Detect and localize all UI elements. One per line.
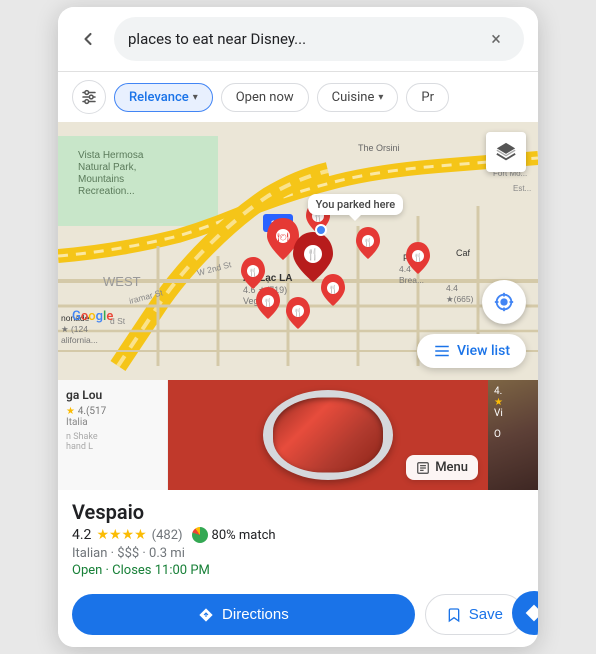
right-card-rating: 4. bbox=[494, 386, 532, 397]
right-card-stars: ★ bbox=[494, 397, 532, 408]
match-percent: 80% match bbox=[212, 528, 276, 543]
svg-text:alifornia...: alifornia... bbox=[61, 335, 98, 345]
svg-text:Natural Park,: Natural Park, bbox=[78, 162, 136, 173]
filter-adjust-button[interactable] bbox=[72, 80, 106, 114]
svg-text:🍴: 🍴 bbox=[363, 237, 373, 247]
google-logo: Google bbox=[72, 309, 113, 324]
rating-number: 4.2 bbox=[72, 527, 91, 543]
map-area[interactable]: Vista Hermosa Natural Park, Mountains Re… bbox=[58, 122, 538, 380]
stars-display: ★★★★ bbox=[96, 527, 146, 543]
svg-text:🍽: 🍽 bbox=[277, 232, 289, 243]
left-card-type: Italia bbox=[66, 417, 159, 428]
right-card-extra: O bbox=[494, 429, 532, 440]
svg-text:4.4: 4.4 bbox=[446, 283, 458, 293]
svg-text:Est...: Est... bbox=[513, 184, 531, 193]
right-peek-card[interactable]: 4. ★ Vi O bbox=[488, 380, 538, 490]
svg-text:4.4: 4.4 bbox=[399, 264, 411, 274]
cuisine-arrow-icon: ▾ bbox=[378, 92, 383, 103]
svg-text:🍴: 🍴 bbox=[248, 267, 258, 277]
svg-text:🍴: 🍴 bbox=[293, 307, 303, 317]
svg-text:🍴: 🍴 bbox=[263, 297, 273, 307]
food-curry-visual bbox=[273, 398, 383, 473]
left-card-rating: ★ 4.(517 bbox=[66, 404, 159, 417]
chip-open-now[interactable]: Open now bbox=[221, 83, 309, 112]
review-count: (482) bbox=[152, 528, 183, 543]
save-button[interactable]: Save bbox=[425, 594, 524, 635]
svg-text:Vista Hermosa: Vista Hermosa bbox=[78, 150, 144, 161]
chip-relevance[interactable]: Relevance ▾ bbox=[114, 83, 213, 112]
restaurant-name: Vespaio bbox=[72, 500, 524, 524]
rating-row: 4.2 ★★★★ (482) 80% match bbox=[72, 527, 524, 543]
view-list-button[interactable]: View list bbox=[417, 334, 526, 368]
menu-badge[interactable]: Menu bbox=[406, 455, 478, 480]
svg-text:The Orsini: The Orsini bbox=[358, 143, 400, 153]
main-restaurant-card: Menu bbox=[168, 380, 488, 490]
match-circle-icon bbox=[192, 527, 208, 543]
match-badge: 80% match bbox=[192, 527, 276, 543]
food-image-area: Menu bbox=[168, 380, 488, 490]
action-buttons: Directions Save bbox=[58, 594, 538, 647]
svg-text:★ (124: ★ (124 bbox=[61, 324, 88, 334]
directions-label: Directions bbox=[222, 606, 289, 623]
chip-cuisine[interactable]: Cuisine ▾ bbox=[317, 83, 399, 112]
search-text: places to eat near Disney... bbox=[128, 30, 482, 48]
back-button[interactable] bbox=[72, 23, 104, 55]
relevance-arrow-icon: ▾ bbox=[193, 92, 198, 103]
left-card-extra1: n Shake bbox=[66, 432, 159, 442]
svg-text:Brea...: Brea... bbox=[399, 275, 424, 285]
restaurant-card-area: ga Lou ★ 4.(517 Italia n Shake hand L bbox=[58, 380, 538, 647]
svg-text:🍴: 🍴 bbox=[306, 248, 320, 261]
chip-price[interactable]: Pr bbox=[406, 83, 449, 112]
right-card-type: Vi bbox=[494, 408, 532, 419]
restaurant-info: Vespaio 4.2 ★★★★ (482) 80% match Italian… bbox=[58, 490, 538, 594]
restaurant-open-status: Open · Closes 11:00 PM bbox=[72, 563, 524, 578]
search-input-wrap[interactable]: places to eat near Disney... × bbox=[114, 17, 524, 61]
menu-label: Menu bbox=[435, 460, 468, 475]
save-label: Save bbox=[469, 606, 503, 623]
my-location-button[interactable] bbox=[482, 280, 526, 324]
restaurant-category: Italian · $$$ · 0.3 mi bbox=[72, 546, 524, 561]
svg-text:🍴: 🍴 bbox=[413, 252, 423, 262]
directions-button[interactable]: Directions bbox=[72, 594, 415, 635]
svg-text:Mountains: Mountains bbox=[78, 174, 124, 185]
svg-text:WEST: WEST bbox=[103, 274, 141, 289]
layers-button[interactable] bbox=[486, 132, 526, 172]
svg-text:🍴: 🍴 bbox=[328, 284, 338, 294]
left-peek-card[interactable]: ga Lou ★ 4.(517 Italia n Shake hand L bbox=[58, 380, 168, 490]
svg-text:Recreation...: Recreation... bbox=[78, 186, 135, 197]
left-card-name: ga Lou bbox=[66, 388, 159, 402]
left-card-extra2: hand L bbox=[66, 442, 159, 452]
filter-row: Relevance ▾ Open now Cuisine ▾ Pr bbox=[58, 72, 538, 122]
clear-button[interactable]: × bbox=[482, 25, 510, 53]
svg-text:★(665): ★(665) bbox=[446, 294, 474, 304]
view-list-label: View list bbox=[457, 343, 510, 359]
svg-text:Caf: Caf bbox=[456, 248, 471, 258]
parked-here-dot bbox=[315, 224, 327, 236]
search-bar: places to eat near Disney... × bbox=[58, 7, 538, 72]
parked-here-bubble: You parked here bbox=[308, 194, 404, 215]
card-row: ga Lou ★ 4.(517 Italia n Shake hand L bbox=[58, 380, 538, 490]
